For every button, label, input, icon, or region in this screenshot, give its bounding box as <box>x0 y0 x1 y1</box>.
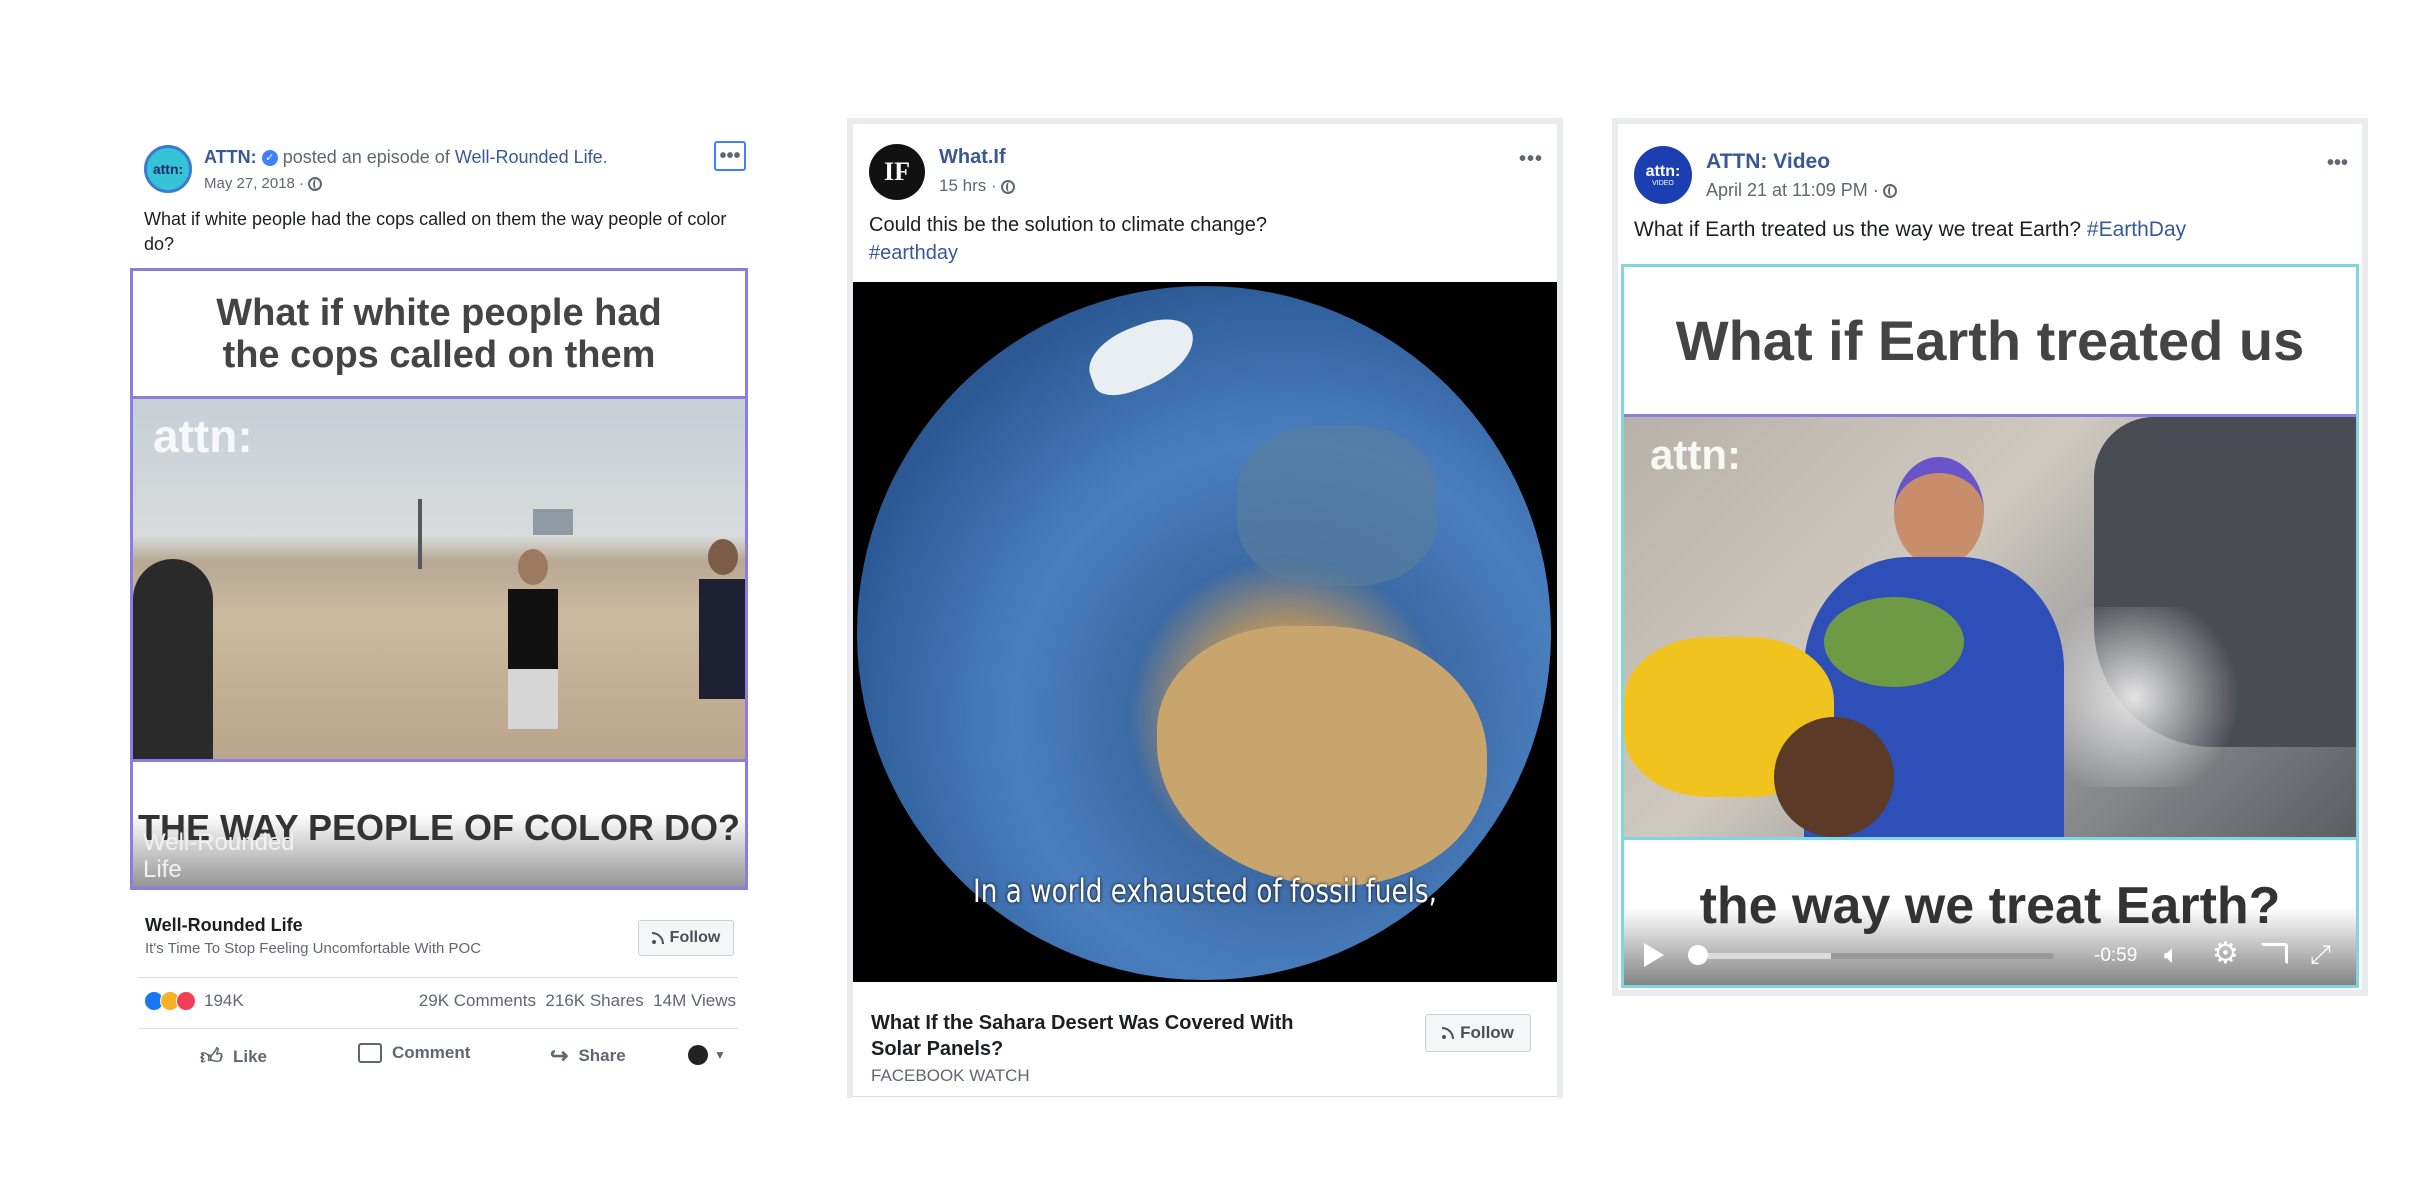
post-card-2: IF What.If 15 hrs · ••• Could this be th… <box>847 118 1563 1098</box>
person-left <box>133 559 213 759</box>
avatar-label: attn: <box>152 161 184 177</box>
post-card-1: attn: ATTN: ✓ posted an episode of Well-… <box>128 125 748 1085</box>
globe-icon <box>1000 179 1015 194</box>
person-right <box>693 539 745 759</box>
show-link[interactable]: Well-Rounded Life <box>455 147 603 167</box>
engagement-stats: 29K Comments 216K Shares 14M Views <box>419 991 736 1011</box>
globe-icon <box>1882 184 1897 199</box>
page-name-link[interactable]: ATTN: Video <box>1706 150 1830 174</box>
person-center <box>503 549 563 749</box>
progress-handle[interactable] <box>1688 945 1708 965</box>
avatar[interactable]: IF <box>869 144 925 200</box>
video-top-caption: What if Earth treated us <box>1624 267 2356 417</box>
thumbs-up-icon: 👍︎ <box>200 1044 223 1069</box>
post-time-text[interactable]: 15 hrs · <box>939 176 997 195</box>
corner-watermark: Well-Rounded Life <box>143 829 295 883</box>
video-player[interactable]: What if Earth treated us attn: the way w… <box>1621 264 2359 988</box>
page-name-link[interactable]: ATTN: <box>204 147 257 167</box>
more-icon: ••• <box>719 145 741 167</box>
verified-badge-icon: ✓ <box>261 150 278 167</box>
video-subtitle: In a world exhausted of fossil fuels, <box>973 872 1437 910</box>
divider <box>853 1096 1557 1097</box>
post-header: ATTN: ✓ posted an episode of Well-Rounde… <box>204 147 608 167</box>
hashtag-link[interactable]: #EarthDay <box>2087 218 2186 241</box>
love-reaction-icon <box>176 991 196 1011</box>
show-tagline: It's Time To Stop Feeling Uncomfortable … <box>145 940 482 957</box>
chevron-down-icon: ▼ <box>714 1048 726 1062</box>
divider <box>138 977 738 978</box>
share-button[interactable]: ↪ Share <box>550 1043 626 1069</box>
video-source: FACEBOOK WATCH <box>871 1066 1030 1085</box>
hashtag-link[interactable]: #earthday <box>869 242 958 265</box>
comment-icon <box>358 1043 382 1063</box>
pole <box>418 499 422 569</box>
share-icon: ↪ <box>550 1043 569 1068</box>
avatar-sublabel: VIDEO <box>1652 179 1674 187</box>
video-frame: attn: <box>1624 417 2356 837</box>
rss-icon <box>1442 1027 1455 1039</box>
video-controls: -0:59 🔈︎ ⚙ ⤢ <box>1624 927 2356 985</box>
more-icon: ••• <box>1518 148 1543 170</box>
greenland <box>1080 308 1204 404</box>
post-card-3: attn: VIDEO ATTN: Video April 21 at 11:0… <box>1612 118 2368 996</box>
post-date: May 27, 2018 · <box>204 175 323 192</box>
comments-count[interactable]: 29K Comments <box>419 991 536 1010</box>
post-date-text[interactable]: May 27, 2018 · <box>204 175 304 192</box>
time-remaining: -0:59 <box>2094 945 2138 966</box>
avatar[interactable]: attn: <box>144 145 192 193</box>
profile-icon <box>688 1045 708 1065</box>
show-title[interactable]: Well-Rounded Life <box>145 915 303 936</box>
more-icon: ••• <box>2326 152 2348 174</box>
attn-watermark: attn: <box>153 410 253 462</box>
person-yellow-shirt <box>1624 617 1944 837</box>
divider <box>138 1028 738 1029</box>
post-time: April 21 at 11:09 PM · <box>1706 180 1897 201</box>
shares-count[interactable]: 216K Shares <box>545 991 643 1010</box>
rss-icon <box>651 932 664 944</box>
post-time-text[interactable]: April 21 at 11:09 PM · <box>1706 180 1879 200</box>
attn-watermark: attn: <box>1650 431 1741 478</box>
more-options-button[interactable]: ••• <box>714 141 746 171</box>
reactions-count: 194K <box>204 991 244 1010</box>
play-button[interactable] <box>1644 943 1664 967</box>
globe-icon <box>308 177 323 192</box>
avatar[interactable]: attn: VIDEO <box>1634 146 1692 204</box>
africa <box>1157 626 1487 886</box>
avatar-label: IF <box>884 157 910 186</box>
follow-button[interactable]: Follow <box>1425 1014 1531 1052</box>
mute-icon[interactable]: 🔈︎ <box>2164 941 2180 967</box>
avatar-label: attn: <box>1645 162 1681 180</box>
more-options-button[interactable]: ••• <box>2327 152 2348 175</box>
page-name-link[interactable]: What.If <box>939 146 1006 169</box>
posted-text: posted an episode of <box>282 147 450 167</box>
audience-selector[interactable]: ▼ <box>688 1045 726 1065</box>
progress-track[interactable] <box>1694 953 2054 959</box>
post-text: What if Earth treated us the way we trea… <box>1634 218 2082 241</box>
video-frame: attn: <box>133 399 745 759</box>
post-text-row: What if Earth treated us the way we trea… <box>1634 218 2186 242</box>
video-player[interactable]: What if white people had the cops called… <box>130 268 748 890</box>
post-text: What if white people had the cops called… <box>144 209 727 254</box>
cast-icon[interactable] <box>2260 943 2288 965</box>
video-top-caption: What if white people had the cops called… <box>133 271 745 399</box>
settings-gear-icon[interactable]: ⚙ <box>2212 939 2239 969</box>
comment-button[interactable]: Comment <box>358 1043 470 1063</box>
lifeguard-tower <box>533 509 573 535</box>
fullscreen-icon[interactable]: ⤢ <box>2310 941 2331 967</box>
like-button[interactable]: 👍︎ Like <box>200 1043 267 1070</box>
follow-button[interactable]: Follow <box>638 920 734 956</box>
post-text: Could this be the solution to climate ch… <box>869 214 1268 236</box>
more-options-button[interactable]: ••• <box>1519 146 1543 169</box>
progress-buffered <box>1694 953 1831 959</box>
views-count: 14M Views <box>653 991 736 1010</box>
europe <box>1237 426 1437 586</box>
video-player[interactable]: In a world exhausted of fossil fuels, <box>853 282 1557 982</box>
video-title[interactable]: What If the Sahara Desert Was Covered Wi… <box>871 1010 1311 1062</box>
post-time: 15 hrs · <box>939 176 1015 196</box>
reactions-summary[interactable]: 194K <box>144 991 244 1011</box>
